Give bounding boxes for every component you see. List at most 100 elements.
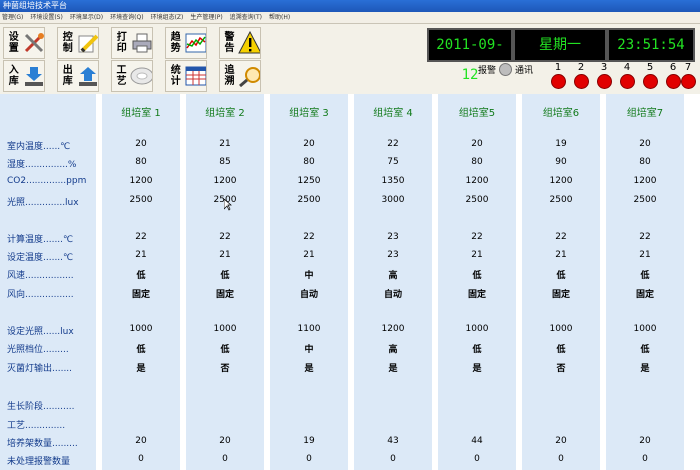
room-value-uv-output: 是 bbox=[640, 364, 650, 374]
room-value-wind-dir: 固定 bbox=[551, 290, 570, 300]
room-value-co2: 1250 bbox=[297, 176, 321, 186]
time-display: 23:51:54 bbox=[607, 28, 695, 62]
room-value-humidity: 80 bbox=[303, 157, 315, 167]
room-value-set-temp: 21 bbox=[555, 250, 567, 260]
room-value-pending-alarms: 0 bbox=[222, 454, 228, 464]
room-value-set-temp: 21 bbox=[303, 250, 315, 260]
room-value-uv-output: 否 bbox=[556, 364, 566, 374]
channel-number: 2 bbox=[577, 62, 585, 73]
room-value-set-light: 1000 bbox=[465, 324, 489, 334]
process-button[interactable]: 工艺 bbox=[111, 60, 153, 92]
menu-trace-query[interactable]: 追溯查询(T) bbox=[230, 12, 262, 23]
alarm-label: 报警 bbox=[478, 66, 497, 76]
control-button[interactable]: 控制 bbox=[57, 27, 99, 59]
room-header: 组培室6 bbox=[542, 108, 580, 119]
mouse-cursor-icon bbox=[224, 199, 232, 211]
trend-button[interactable]: 趋势 bbox=[165, 27, 207, 59]
room-value-temp: 21 bbox=[219, 139, 231, 149]
room-column bbox=[186, 94, 264, 470]
room-value-temp: 20 bbox=[135, 139, 147, 149]
room-header: 组培室 3 bbox=[289, 108, 329, 119]
channel-2: 2 bbox=[571, 62, 591, 92]
room-value-uv-output: 是 bbox=[136, 364, 146, 374]
channel-number: 3 bbox=[600, 62, 608, 73]
channel-1: 1 bbox=[548, 62, 568, 92]
room-value-rack-count: 20 bbox=[135, 436, 147, 446]
menu-env-settings[interactable]: 环境设置(S) bbox=[30, 12, 63, 23]
room-value-wind-dir: 固定 bbox=[131, 290, 150, 300]
room-value-set-light: 1200 bbox=[381, 324, 405, 334]
room-value-uv-output: 否 bbox=[220, 364, 230, 374]
room-header: 组培室7 bbox=[626, 108, 664, 119]
room-value-light-level: 低 bbox=[220, 345, 230, 355]
room-value-rack-count: 43 bbox=[387, 436, 399, 446]
weekday-display: 星期一 bbox=[513, 28, 607, 62]
stock-in-button[interactable]: 入库 bbox=[3, 60, 45, 92]
room-value-rack-count: 20 bbox=[639, 436, 651, 446]
channel-led-icon bbox=[550, 74, 566, 89]
channel-number: 1 bbox=[554, 62, 562, 73]
room-value-rack-count: 20 bbox=[555, 436, 567, 446]
label-set-temp: 设定温度.......℃ bbox=[7, 253, 74, 263]
room-value-set-temp: 21 bbox=[639, 250, 651, 260]
room-value-co2: 1200 bbox=[213, 176, 237, 186]
room-column bbox=[606, 94, 684, 470]
label-pending-alarms: 未处理报警数量 bbox=[7, 457, 71, 467]
menu-help[interactable]: 帮助(H) bbox=[269, 12, 290, 23]
room-header: 组培室 2 bbox=[205, 108, 245, 119]
room-value-temp: 19 bbox=[555, 139, 567, 149]
menu-manage[interactable]: 管理(G) bbox=[2, 12, 23, 23]
settings-label: 设置 bbox=[8, 32, 19, 54]
room-header: 组培室5 bbox=[458, 108, 496, 119]
warning-icon bbox=[238, 31, 260, 54]
room-value-rack-count: 20 bbox=[219, 436, 231, 446]
label-indoor-temp: 室内温度......℃ bbox=[7, 142, 71, 152]
label-growth-stage: 生长阶段........... bbox=[7, 402, 75, 412]
room-value-humidity: 85 bbox=[219, 157, 231, 167]
statistics-table-icon bbox=[185, 66, 206, 86]
process-label: 工艺 bbox=[116, 65, 127, 87]
stock-in-label: 入库 bbox=[8, 65, 19, 87]
room-value-wind-speed: 中 bbox=[304, 271, 314, 281]
trace-button[interactable]: 追溯 bbox=[219, 60, 261, 92]
label-rack-count: 培养架数量......... bbox=[7, 439, 78, 449]
label-light-level: 光照档位......... bbox=[7, 345, 69, 355]
warning-label: 警告 bbox=[224, 32, 235, 54]
room-value-light: 2500 bbox=[633, 195, 657, 205]
print-button[interactable]: 打印 bbox=[111, 27, 153, 59]
room-value-light: 2500 bbox=[129, 195, 153, 205]
room-value-light-level: 低 bbox=[640, 345, 650, 355]
menu-env-config[interactable]: 环境组态(Z) bbox=[151, 12, 184, 23]
room-value-pending-alarms: 0 bbox=[558, 454, 564, 464]
room-value-wind-speed: 低 bbox=[472, 271, 482, 281]
room-value-temp: 22 bbox=[387, 139, 399, 149]
room-value-calc-temp: 22 bbox=[555, 232, 567, 242]
room-header: 组培室 4 bbox=[373, 108, 413, 119]
warning-button[interactable]: 警告 bbox=[219, 27, 261, 59]
channel-led-icon bbox=[573, 74, 589, 89]
menu-production[interactable]: 生产管理(P) bbox=[190, 12, 222, 23]
room-value-co2: 1200 bbox=[633, 176, 657, 186]
room-value-uv-output: 是 bbox=[388, 364, 398, 374]
room-value-rack-count: 44 bbox=[471, 436, 483, 446]
label-wind-speed: 风速................. bbox=[7, 271, 74, 281]
status-area: 报警 通讯 bbox=[478, 63, 533, 76]
room-value-light-level: 高 bbox=[388, 345, 398, 355]
settings-button[interactable]: 设置 bbox=[3, 27, 45, 59]
menu-env-display[interactable]: 环境显示(D) bbox=[70, 12, 103, 23]
trend-chart-icon bbox=[185, 33, 206, 53]
room-value-set-temp: 21 bbox=[219, 250, 231, 260]
room-value-rack-count: 19 bbox=[303, 436, 315, 446]
label-light: 光照..............lux bbox=[7, 198, 79, 208]
channel-7: 7 bbox=[678, 62, 698, 92]
room-value-light: 2500 bbox=[465, 195, 489, 205]
menu-env-query[interactable]: 环境查询(Q) bbox=[110, 12, 143, 23]
statistics-button[interactable]: 统计 bbox=[165, 60, 207, 92]
room-value-pending-alarms: 0 bbox=[390, 454, 396, 464]
stock-in-icon bbox=[24, 67, 43, 86]
room-value-co2: 1200 bbox=[465, 176, 489, 186]
channel-led-icon bbox=[642, 74, 658, 89]
room-value-wind-speed: 低 bbox=[136, 271, 146, 281]
stock-out-button[interactable]: 出库 bbox=[57, 60, 99, 92]
date-display: 2011-09-12 bbox=[427, 28, 513, 83]
